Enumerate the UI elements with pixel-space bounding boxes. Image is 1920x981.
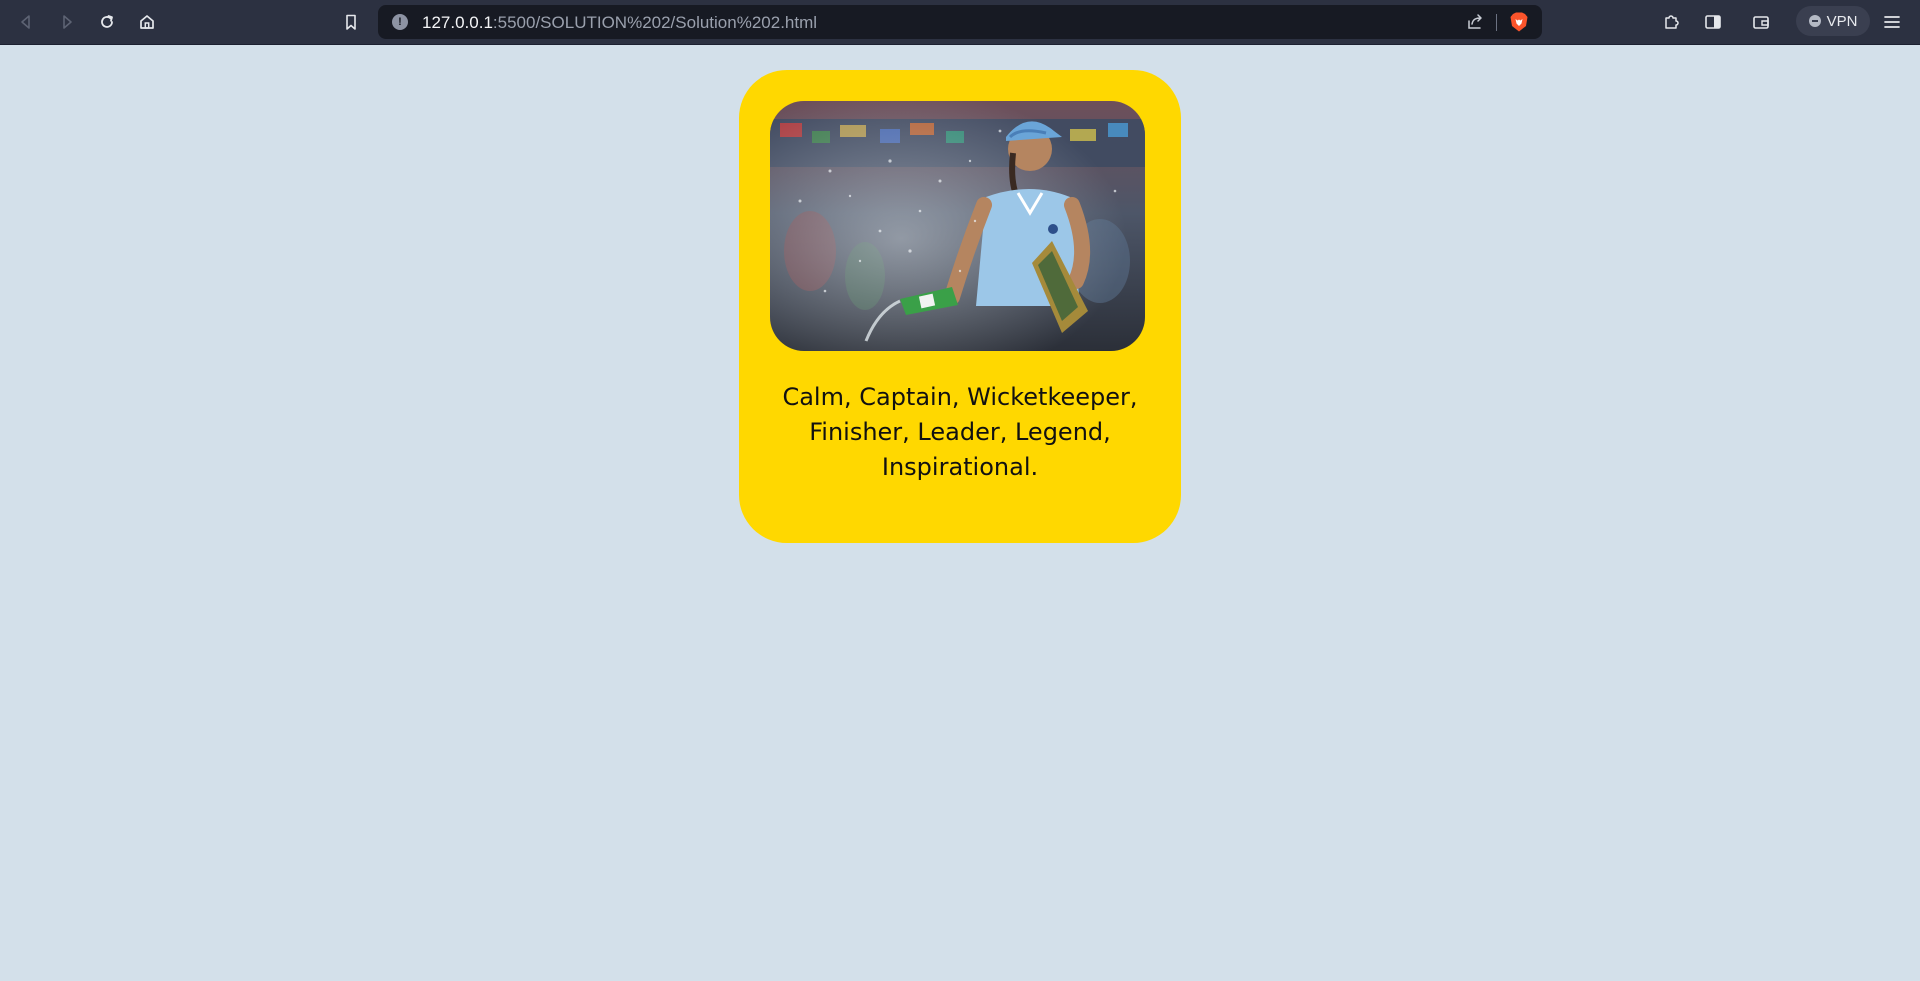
- extensions-button[interactable]: [1658, 8, 1686, 36]
- hamburger-icon: [1884, 16, 1900, 28]
- back-icon: [21, 15, 30, 29]
- forward-button[interactable]: [53, 8, 81, 36]
- sidebar-icon: [1705, 15, 1721, 29]
- forward-icon: [63, 15, 72, 29]
- menu-button[interactable]: [1878, 8, 1906, 36]
- vpn-label: VPN: [1826, 12, 1858, 30]
- reload-icon: [101, 15, 113, 28]
- browser-toolbar: ! 127.0.0.1:5500/SOLUTION%202/Solution%2…: [0, 0, 1920, 45]
- share-icon: [1468, 14, 1482, 29]
- vpn-status-icon: [1808, 15, 1821, 27]
- sidebar-button[interactable]: [1699, 8, 1727, 36]
- url-path: :5500/SOLUTION%202/Solution%202.html: [492, 13, 818, 32]
- reload-button[interactable]: [93, 8, 121, 36]
- cricketer-photo: [770, 101, 1145, 351]
- url-host: 127.0.0.1: [422, 13, 493, 32]
- wallet-button[interactable]: [1747, 8, 1775, 36]
- vpn-button[interactable]: VPN: [1796, 6, 1870, 36]
- puzzle-icon: [1665, 15, 1679, 29]
- share-button[interactable]: [1466, 13, 1484, 35]
- brave-shields-button[interactable]: [1508, 11, 1530, 37]
- brave-shield-icon: [1510, 12, 1528, 32]
- bookmark-button[interactable]: [337, 8, 365, 36]
- back-button[interactable]: [12, 8, 40, 36]
- home-icon: [140, 15, 154, 29]
- bookmark-icon: [346, 14, 356, 30]
- url-text[interactable]: 127.0.0.1:5500/SOLUTION%202/Solution%202…: [422, 13, 817, 32]
- home-button[interactable]: [133, 8, 161, 36]
- wallet-icon: [1753, 16, 1769, 29]
- url-separator: [1496, 14, 1497, 31]
- card-caption: Calm, Captain, Wicketkeeper, Finisher, L…: [782, 383, 1138, 481]
- site-info-icon[interactable]: !: [392, 14, 408, 30]
- profile-card: Calm, Captain, Wicketkeeper, Finisher, L…: [739, 70, 1181, 543]
- address-bar[interactable]: ! 127.0.0.1:5500/SOLUTION%202/Solution%2…: [378, 5, 1542, 39]
